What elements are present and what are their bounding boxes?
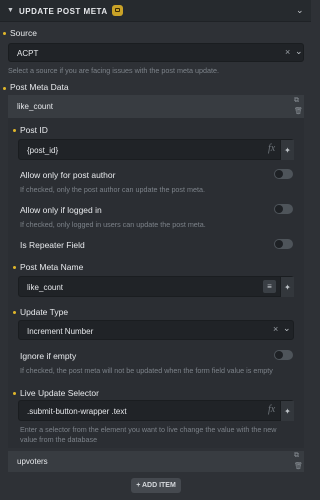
- repeater-field-toggle[interactable]: [274, 239, 293, 249]
- ignore-empty-help: If checked, the post meta will not be up…: [20, 366, 273, 375]
- list-icon[interactable]: ≡: [263, 280, 276, 293]
- chevron-down-icon[interactable]: ⌄: [283, 323, 291, 334]
- live-selector-input[interactable]: .submit-button-wrapper .text fx ✦: [18, 400, 294, 421]
- delete-icon[interactable]: 🗑: [294, 462, 303, 470]
- duplicate-icon[interactable]: ⧉: [294, 97, 299, 105]
- source-label: Source: [10, 28, 37, 38]
- post-id-label: Post ID: [20, 125, 48, 135]
- chevron-down-icon[interactable]: ⌄: [295, 46, 303, 57]
- update-type-value: Increment Number: [27, 327, 94, 336]
- dynamic-data-icon[interactable]: fx: [268, 404, 275, 415]
- meta-name-value: like_count: [27, 283, 64, 292]
- control-dot: [13, 266, 16, 269]
- section-header[interactable]: ▼ UPDATE POST META ⌄: [0, 0, 311, 22]
- dynamic-picker-button[interactable]: ✦: [280, 277, 294, 297]
- repeater-item-title: upvoters: [17, 457, 48, 466]
- allow-logged-in-label: Allow only if logged in: [20, 205, 102, 215]
- add-item-button[interactable]: + ADD ITEM: [131, 478, 181, 493]
- chevron-down-icon[interactable]: ⌄: [296, 5, 304, 16]
- update-type-label: Update Type: [20, 307, 69, 317]
- allow-logged-in-help: If checked, only logged in users can upd…: [20, 220, 206, 229]
- allow-author-label: Allow only for post author: [20, 170, 116, 180]
- clear-icon[interactable]: ×: [273, 324, 278, 334]
- post-meta-data-label: Post Meta Data: [10, 82, 69, 92]
- clear-icon[interactable]: ×: [285, 47, 290, 57]
- live-selector-help-1: Enter a selector from the element you wa…: [20, 425, 277, 434]
- repeater-item-header[interactable]: like_count ⧉ 🗑: [8, 95, 304, 118]
- collapse-caret-icon[interactable]: ▼: [7, 7, 14, 14]
- element-badge-icon: [112, 5, 123, 16]
- ignore-empty-toggle[interactable]: [274, 350, 293, 360]
- post-id-input[interactable]: {post_id} fx ✦: [18, 139, 294, 160]
- control-dot: [13, 311, 16, 314]
- repeater-item-header[interactable]: upvoters ⧉ 🗑: [8, 451, 304, 472]
- control-dot: [3, 87, 6, 90]
- dynamic-data-icon[interactable]: fx: [268, 143, 275, 154]
- dynamic-picker-button[interactable]: ✦: [280, 401, 294, 421]
- section-title: UPDATE POST META: [19, 7, 108, 16]
- meta-name-input[interactable]: like_count ≡ ✦: [18, 276, 294, 297]
- update-type-select[interactable]: Increment Number × ⌄: [18, 320, 294, 340]
- live-selector-help-2: value from the database: [20, 435, 98, 444]
- live-selector-label: Live Update Selector: [20, 388, 99, 398]
- source-help: Select a source if you are facing issues…: [8, 66, 219, 75]
- allow-author-toggle[interactable]: [274, 169, 293, 179]
- ignore-empty-label: Ignore if empty: [20, 351, 77, 361]
- meta-name-label: Post Meta Name: [20, 262, 84, 272]
- control-dot: [13, 129, 16, 132]
- control-dot: [3, 32, 6, 35]
- duplicate-icon[interactable]: ⧉: [294, 452, 299, 460]
- live-selector-value: .submit-button-wrapper .text: [27, 407, 127, 416]
- allow-author-help: If checked, only the post author can upd…: [20, 185, 205, 194]
- dynamic-picker-button[interactable]: ✦: [280, 140, 294, 160]
- repeater-item-title: like_count: [17, 102, 54, 111]
- post-id-value: {post_id}: [27, 146, 59, 155]
- delete-icon[interactable]: 🗑: [294, 107, 303, 115]
- allow-logged-in-toggle[interactable]: [274, 204, 293, 214]
- repeater-field-label: Is Repeater Field: [20, 240, 85, 250]
- control-dot: [13, 392, 16, 395]
- source-select[interactable]: ACPT × ⌄: [8, 43, 304, 62]
- source-value: ACPT: [17, 49, 39, 58]
